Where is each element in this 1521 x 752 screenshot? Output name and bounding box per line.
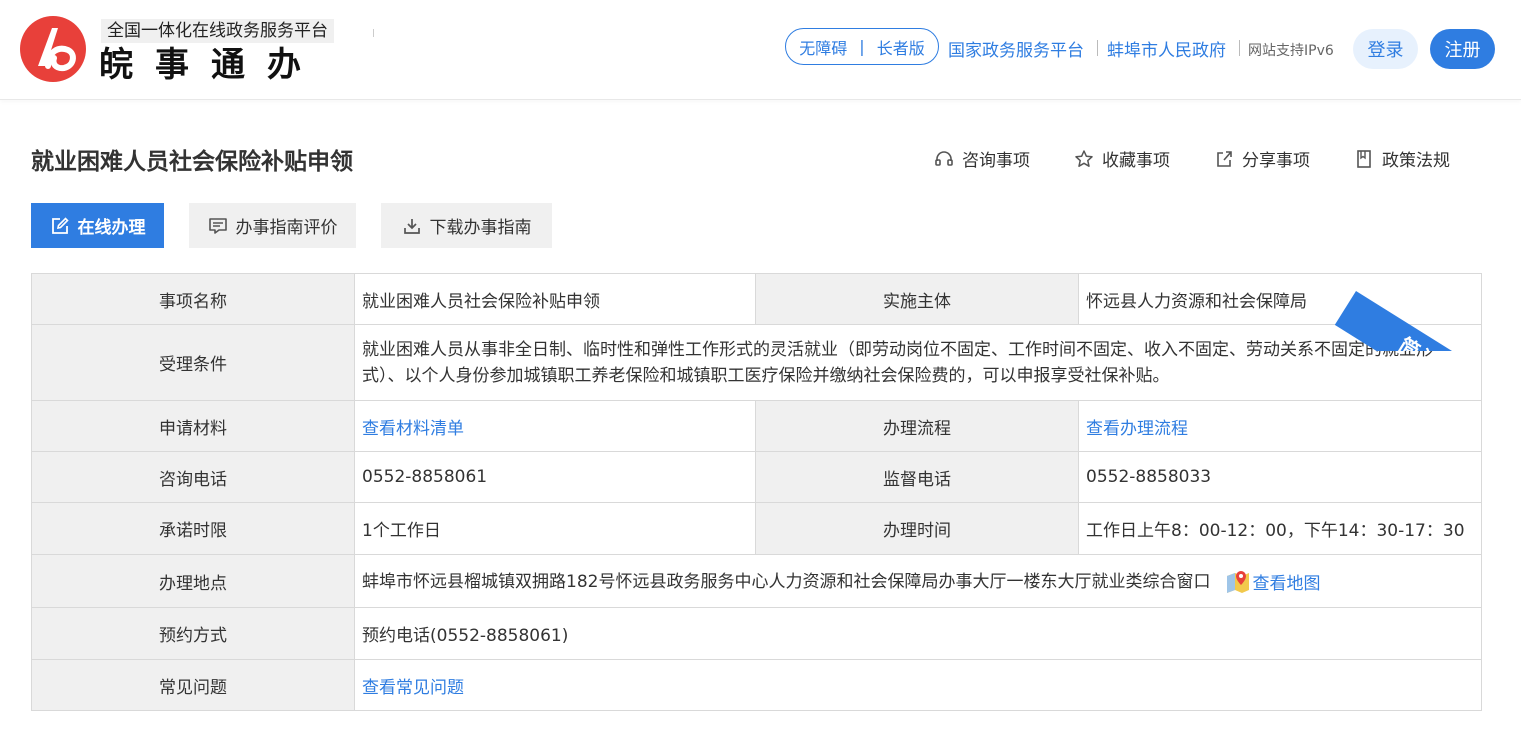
barrier-free-link[interactable]: 无障碍 bbox=[799, 35, 847, 59]
favorite-action[interactable]: 收藏事项 bbox=[1074, 146, 1170, 171]
tab-online-apply-label: 在线办理 bbox=[77, 218, 146, 238]
time-limit-label: 承诺时限 bbox=[31, 502, 355, 555]
table-row: 受理条件 就业困难人员从事非全日制、临时性和弹性工作形式的灵活就业（即劳动岗位不… bbox=[31, 324, 1482, 401]
headset-icon bbox=[935, 150, 953, 166]
tab-guide-review-label: 办事指南评价 bbox=[235, 218, 338, 238]
supervise-phone-value: 0552-8858033 bbox=[1078, 451, 1482, 503]
favorite-label: 收藏事项 bbox=[1102, 151, 1170, 171]
tab-download-guide-label: 下载办事指南 bbox=[429, 218, 532, 238]
conditions-value: 就业困难人员从事非全日制、临时性和弹性工作形式的灵活就业（即劳动岗位不固定、工作… bbox=[354, 324, 1482, 401]
process-link[interactable]: 查看办理流程 bbox=[1086, 419, 1188, 439]
logo-title[interactable]: 皖事通办 bbox=[99, 45, 323, 85]
supervise-phone-label: 监督电话 bbox=[755, 451, 1079, 503]
tab-guide-review[interactable]: 办事指南评价 bbox=[189, 203, 356, 248]
appointment-value: 预约电话(0552-8858061) bbox=[354, 607, 1482, 660]
table-row: 咨询电话 0552-8858061 监督电话 0552-8858033 bbox=[31, 451, 1482, 503]
agency-value: 怀远县人力资源和社会保障局 bbox=[1078, 273, 1482, 325]
login-button[interactable]: 登录 bbox=[1353, 29, 1418, 69]
page-title: 就业困难人员社会保险补贴申领 bbox=[31, 149, 353, 175]
ipv6-support-text: 网站支持IPv6 bbox=[1248, 43, 1334, 59]
appointment-label: 预约方式 bbox=[31, 607, 355, 660]
share-label: 分享事项 bbox=[1242, 151, 1310, 171]
download-icon bbox=[403, 218, 420, 234]
process-label: 办理流程 bbox=[755, 400, 1079, 452]
register-button[interactable]: 注册 bbox=[1430, 29, 1495, 69]
logo-icon[interactable] bbox=[18, 14, 88, 84]
consult-label: 咨询事项 bbox=[962, 151, 1030, 171]
divider bbox=[373, 29, 374, 37]
divider bbox=[1097, 40, 1098, 56]
comment-icon bbox=[208, 217, 227, 234]
divider: | bbox=[859, 37, 865, 56]
accessibility-pill: 无障碍 | 长者版 bbox=[785, 28, 939, 65]
site-header: 全国一体化在线政务服务平台 皖事通办 无障碍 | 长者版 国家政务服务平台 蚌埠… bbox=[0, 0, 1521, 100]
map-pin-icon bbox=[1227, 570, 1250, 593]
location-value: 蚌埠市怀远县榴城镇双拥路182号怀远县政务服务中心人力资源和社会保障局办事大厅一… bbox=[362, 571, 1211, 592]
divider bbox=[1239, 40, 1240, 56]
faq-link[interactable]: 查看常见问题 bbox=[362, 678, 464, 698]
document-icon bbox=[1357, 149, 1371, 168]
table-row: 预约方式 预约电话(0552-8858061) bbox=[31, 607, 1482, 660]
office-hours-value: 工作日上午8：00-12：00，下午14：30-17：30 bbox=[1078, 502, 1482, 555]
agency-label: 实施主体 bbox=[755, 273, 1079, 325]
time-limit-value: 1个工作日 bbox=[354, 502, 756, 555]
table-row: 申请材料 查看材料清单 办理流程 查看办理流程 bbox=[31, 400, 1482, 452]
share-action[interactable]: 分享事项 bbox=[1214, 146, 1310, 171]
city-government-link[interactable]: 蚌埠市人民政府 bbox=[1107, 36, 1226, 61]
consult-phone-label: 咨询电话 bbox=[31, 451, 355, 503]
policy-label: 政策法规 bbox=[1382, 151, 1450, 171]
policy-action[interactable]: 政策法规 bbox=[1354, 146, 1450, 171]
national-platform-link[interactable]: 国家政务服务平台 bbox=[948, 36, 1084, 61]
table-row: 常见问题 查看常见问题 bbox=[31, 659, 1482, 711]
location-label: 办理地点 bbox=[31, 554, 355, 608]
faq-label: 常见问题 bbox=[31, 659, 355, 711]
table-row: 办理地点 蚌埠市怀远县榴城镇双拥路182号怀远县政务服务中心人力资源和社会保障局… bbox=[31, 554, 1482, 608]
tab-download-guide[interactable]: 下载办事指南 bbox=[381, 203, 552, 248]
map-link[interactable]: 查看地图 bbox=[1252, 569, 1320, 594]
materials-label: 申请材料 bbox=[31, 400, 355, 452]
map-link-wrap[interactable]: 查看地图 bbox=[1224, 568, 1320, 596]
edit-icon bbox=[51, 216, 69, 234]
item-name-label: 事项名称 bbox=[31, 273, 355, 325]
item-name-value: 就业困难人员社会保险补贴申领 bbox=[354, 273, 756, 325]
logo-subtitle: 全国一体化在线政务服务平台 bbox=[101, 19, 334, 43]
star-icon bbox=[1075, 149, 1093, 167]
location-cell: 蚌埠市怀远县榴城镇双拥路182号怀远县政务服务中心人力资源和社会保障局办事大厅一… bbox=[354, 554, 1482, 608]
share-icon bbox=[1217, 150, 1232, 167]
table-row: 承诺时限 1个工作日 办理时间 工作日上午8：00-12：00，下午14：30-… bbox=[31, 502, 1482, 555]
tab-online-apply[interactable]: 在线办理 bbox=[31, 203, 164, 248]
conditions-label: 受理条件 bbox=[31, 324, 355, 401]
consult-action[interactable]: 咨询事项 bbox=[934, 146, 1030, 171]
consult-phone-value: 0552-8858061 bbox=[354, 451, 756, 503]
elder-mode-link[interactable]: 长者版 bbox=[877, 35, 925, 59]
service-info-table: 事项名称 就业困难人员社会保险补贴申领 实施主体 怀远县人力资源和社会保障局 受… bbox=[31, 273, 1482, 711]
office-hours-label: 办理时间 bbox=[755, 502, 1079, 555]
table-row: 事项名称 就业困难人员社会保险补贴申领 实施主体 怀远县人力资源和社会保障局 bbox=[31, 273, 1482, 325]
materials-link[interactable]: 查看材料清单 bbox=[362, 419, 464, 439]
